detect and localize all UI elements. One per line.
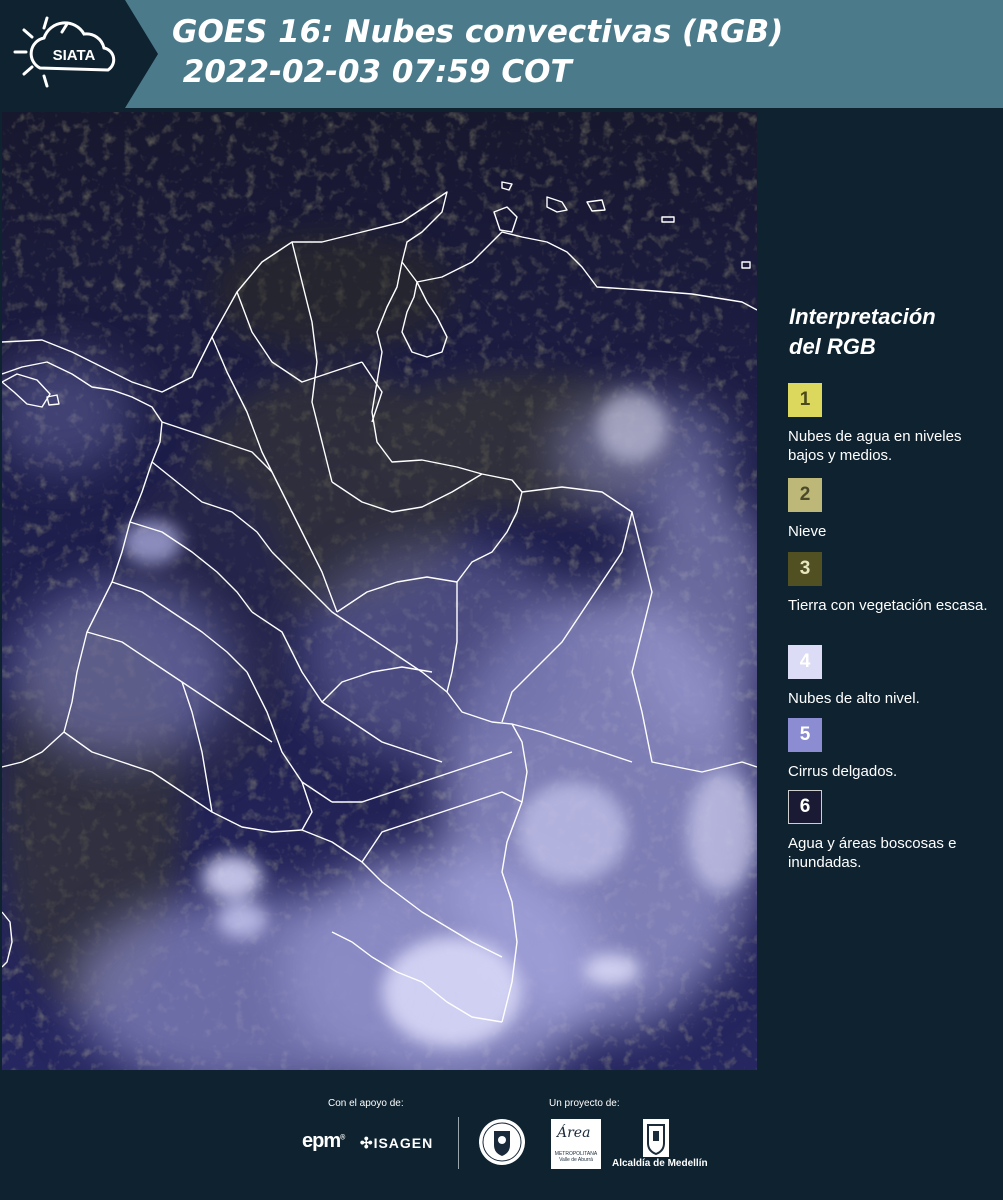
legend-item-1: 1 Nubes de agua en niveles bajos y medio…: [788, 383, 998, 465]
legend-swatch-3: 3: [788, 552, 822, 586]
legend-title-line-1: Interpretación: [789, 304, 936, 329]
legend-title: Interpretación del RGB: [789, 302, 936, 362]
medellin-seal: [477, 1117, 527, 1167]
legend-swatch-6: 6: [788, 790, 822, 824]
siata-logo: SIATA: [0, 0, 158, 108]
legend-label-5: Cirrus delgados.: [788, 763, 898, 780]
logo-text: SIATA: [53, 47, 96, 64]
isagen-icon: ✣: [360, 1135, 374, 1152]
satellite-map[interactable]: [2, 112, 757, 1070]
area-metropolitana-logo: Área METROPOLITANA Valle de Aburrá: [551, 1119, 601, 1169]
legend-label-1: Nubes de agua en niveles bajos y medios.: [788, 428, 962, 464]
legend-item-2: 2 Nieve: [788, 478, 998, 541]
support-label: Con el apoyo de:: [328, 1098, 404, 1109]
legend-label-2: Nieve: [788, 523, 827, 540]
footer-divider: [458, 1117, 459, 1169]
page-title: GOES 16: Nubes convectivas (RGB) 2022-02…: [172, 12, 783, 92]
header: SIATA GOES 16: Nubes convectivas (RGB) 2…: [0, 0, 1003, 108]
legend-label-4: Nubes de alto nivel.: [788, 690, 920, 707]
legend-swatch-2: 2: [788, 478, 822, 512]
legend-swatch-1: 1: [788, 383, 822, 417]
legend-item-4: 4 Nubes de alto nivel.: [788, 645, 998, 708]
legend-swatch-4: 4: [788, 645, 822, 679]
legend-title-line-2: del RGB: [789, 334, 876, 359]
legend-item-3: 3 Tierra con vegetación escasa.: [788, 552, 998, 615]
footer: Con el apoyo de: Un proyecto de: epm® ✣I…: [0, 1070, 1003, 1200]
title-line-1: GOES 16: Nubes convectivas (RGB): [172, 14, 784, 50]
legend-label-6: Agua y áreas boscosas e inundadas.: [788, 835, 957, 871]
alcaldia-label: Alcaldía de Medellín: [612, 1158, 708, 1169]
legend-label-3: Tierra con vegetación escasa.: [788, 597, 988, 614]
legend-swatch-5: 5: [788, 718, 822, 752]
legend-item-6: 6 Agua y áreas boscosas e inundadas.: [788, 790, 998, 872]
legend-panel: Interpretación del RGB 1 Nubes de agua e…: [762, 112, 1003, 1070]
alcaldia-shield-icon: [643, 1119, 669, 1157]
project-label: Un proyecto de:: [549, 1098, 620, 1109]
isagen-logo: ✣ISAGEN: [360, 1135, 434, 1152]
legend-item-5: 5 Cirrus delgados.: [788, 718, 998, 781]
epm-logo: epm®: [302, 1130, 345, 1152]
title-line-2: 2022-02-03 07:59 COT: [182, 54, 572, 90]
